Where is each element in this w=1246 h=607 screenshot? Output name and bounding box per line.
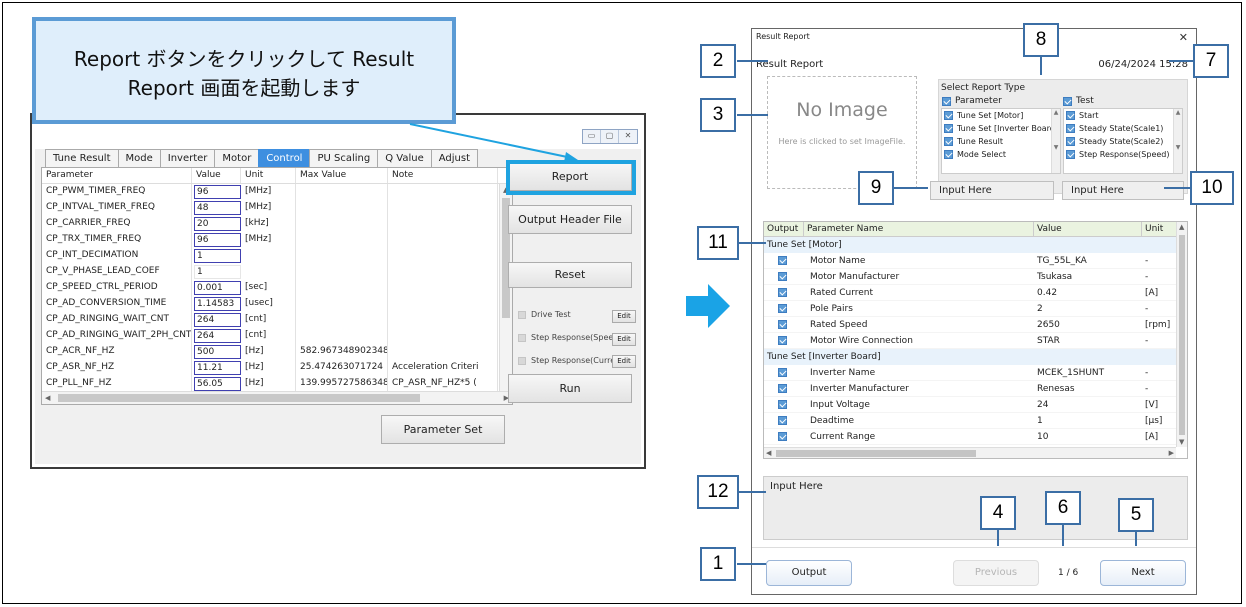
marker-9: 9 (858, 171, 894, 205)
marker-4: 4 (980, 496, 1016, 530)
marker-3: 3 (700, 98, 736, 132)
marker-11: 11 (697, 226, 739, 260)
marker-10: 10 (1190, 171, 1234, 205)
marker-7: 7 (1193, 44, 1229, 78)
marker-8: 8 (1023, 23, 1059, 57)
marker-2: 2 (700, 44, 736, 78)
marker-6: 6 (1045, 491, 1081, 525)
marker-5: 5 (1118, 498, 1154, 532)
marker-12: 12 (697, 475, 739, 509)
marker-1: 1 (700, 547, 736, 581)
